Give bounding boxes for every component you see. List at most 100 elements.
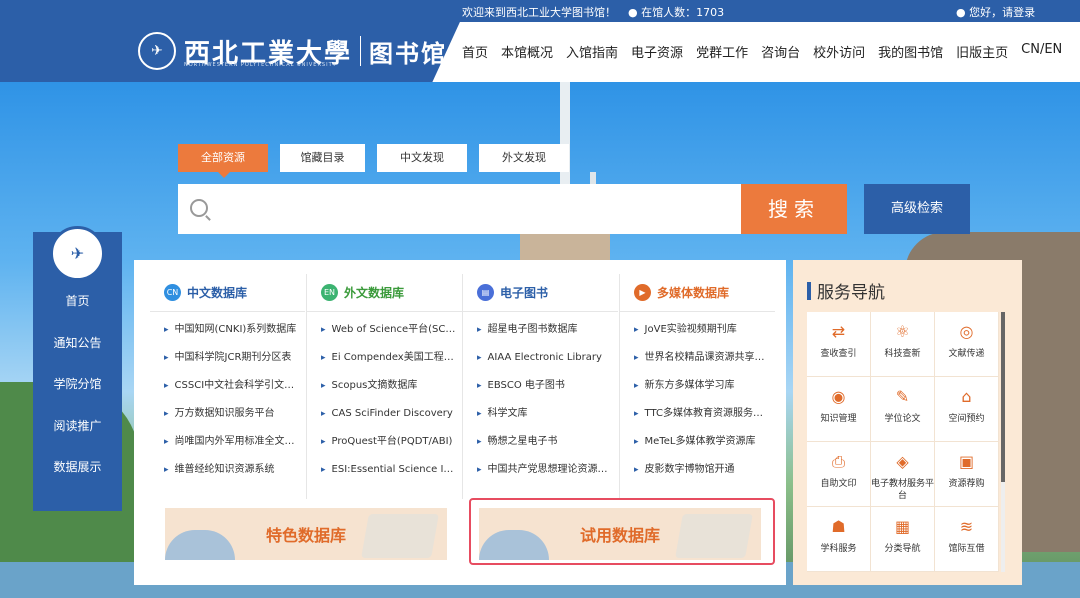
service-category-nav[interactable]: ▦ 分类导航: [871, 507, 935, 572]
service-label: 分类导航: [884, 544, 921, 554]
image-icon: ▣: [958, 452, 975, 471]
exchange-icon: ⇄: [831, 322, 846, 341]
list-item[interactable]: Ei Compendex美国工程索引: [321, 344, 456, 372]
service-subject[interactable]: ☗ 学科服务: [807, 507, 871, 572]
list-item[interactable]: 科学文库: [477, 400, 612, 428]
service-space-booking[interactable]: ⌂ 空间预约: [935, 377, 999, 442]
list-item[interactable]: CSSCI中文社会科学引文索引: [164, 372, 299, 400]
sidebar-item-branches[interactable]: 学院分馆: [33, 375, 122, 392]
list-item[interactable]: ProQuest平台(PQDT/ABI): [321, 428, 456, 456]
service-scrollbar[interactable]: [1001, 312, 1005, 572]
service-check-citation[interactable]: ⇄ 查收查引: [807, 312, 871, 377]
service-label: 自助文印: [820, 479, 857, 489]
column-header[interactable]: ▤ 电子图书: [463, 274, 618, 312]
tab-chinese-discovery[interactable]: 中文发现: [377, 144, 467, 172]
column-title: 外文数据库: [344, 286, 405, 300]
service-label: 科技查新: [884, 349, 921, 359]
list-item[interactable]: AIAA Electronic Library: [477, 344, 612, 372]
column-header[interactable]: CN 中文数据库: [150, 274, 305, 312]
book-icon: ▤: [477, 284, 494, 301]
service-panel: 服务导航 ⇄ 查收查引 ⚛ 科技查新 ◎ 文献传递 ◉ 知识管理 ✎ 学位论文 ⌂ 空间预约…: [793, 260, 1022, 585]
search-box: [178, 184, 741, 234]
nav-about[interactable]: 本馆概况: [501, 42, 553, 61]
list-item[interactable]: ESI:Essential Science Indicators: [321, 456, 456, 484]
sidebar-item-reading[interactable]: 阅读推广: [33, 417, 122, 434]
list-item[interactable]: MeTeL多媒体教学资源库: [634, 428, 769, 456]
foreign-database-column: EN 外文数据库 Web of Science平台(SCIE等) Ei Comp…: [307, 274, 462, 504]
nav-home[interactable]: 首页: [462, 42, 488, 61]
tab-catalog[interactable]: 馆藏目录: [280, 144, 365, 172]
grid-icon: ▦: [894, 517, 911, 536]
list-item[interactable]: Web of Science平台(SCIE等): [321, 316, 456, 344]
tab-all-resources[interactable]: 全部资源: [178, 144, 268, 178]
login-label: 您好，请登录: [969, 6, 1036, 19]
sidebar-item-notices[interactable]: 通知公告: [33, 334, 122, 351]
list-item[interactable]: 皮影数字博物馆开通: [634, 456, 769, 484]
service-label: 知识管理: [820, 414, 857, 424]
user-icon: ●: [956, 6, 966, 19]
ebook-column: ▤ 电子图书 超星电子图书数据库 AIAA Electronic Library…: [463, 274, 618, 504]
scrollbar-thumb[interactable]: [1001, 312, 1005, 482]
service-title: 服务导航: [817, 283, 885, 303]
column-header[interactable]: EN 外文数据库: [307, 274, 462, 312]
logo-divider: [360, 36, 362, 66]
en-badge-icon: EN: [321, 284, 338, 301]
nav-party[interactable]: 党群工作: [696, 42, 748, 61]
nav-guide[interactable]: 入馆指南: [566, 42, 618, 61]
service-self-print[interactable]: ⎙ 自助文印: [807, 442, 871, 507]
database-list: 超星电子图书数据库 AIAA Electronic Library EBSCO …: [463, 312, 618, 484]
service-thesis[interactable]: ✎ 学位论文: [871, 377, 935, 442]
service-interlibrary-loan[interactable]: ≋ 馆际互借: [935, 507, 999, 572]
service-label: 馆际互借: [948, 544, 985, 554]
nav-my-library[interactable]: 我的图书馆: [878, 42, 943, 61]
list-item[interactable]: Scopus文摘数据库: [321, 372, 456, 400]
atom-icon: ⚛: [895, 322, 910, 341]
cn-badge-icon: CN: [164, 284, 181, 301]
list-item[interactable]: 尚唯国内外军用标准全文数据库: [164, 428, 299, 456]
service-novelty-search[interactable]: ⚛ 科技查新: [871, 312, 935, 377]
list-item[interactable]: 中国科学院JCR期刊分区表: [164, 344, 299, 372]
knowledge-icon: ◉: [831, 387, 846, 406]
list-item[interactable]: 超星电子图书数据库: [477, 316, 612, 344]
advanced-search-button[interactable]: 高级检索: [864, 184, 970, 234]
service-document-delivery[interactable]: ◎ 文献传递: [935, 312, 999, 377]
service-label: 学位论文: [884, 414, 921, 424]
list-item[interactable]: TTC多媒体教育资源服务平台: [634, 400, 769, 428]
header-marker: [807, 281, 811, 300]
welcome-text: 欢迎来到西北工业大学图书馆！: [462, 6, 616, 19]
service-purchase-recommend[interactable]: ▣ 资源荐购: [935, 442, 999, 507]
university-emblem-icon: ✈: [138, 32, 176, 70]
column-header[interactable]: ▶ 多媒体数据库: [620, 274, 775, 312]
nav-language[interactable]: CN/EN: [1021, 42, 1062, 61]
nav-help-desk[interactable]: 咨询台: [761, 42, 800, 61]
search-button[interactable]: 搜索: [741, 184, 847, 234]
database-list: Web of Science平台(SCIE等) Ei Compendex美国工程…: [307, 312, 462, 484]
multimedia-column: ▶ 多媒体数据库 JoVE实验视频期刊库 世界名校精品课资源共享平台 新东方多媒…: [620, 274, 775, 504]
service-label: 空间预约: [948, 414, 985, 424]
sidebar-item-home[interactable]: 首页: [33, 292, 122, 309]
service-e-textbook[interactable]: ◈ 电子教材服务平台: [871, 442, 935, 507]
list-item[interactable]: 新东方多媒体学习库: [634, 372, 769, 400]
nav-off-campus[interactable]: 校外访问: [813, 42, 865, 61]
list-item[interactable]: JoVE实验视频期刊库: [634, 316, 769, 344]
list-item[interactable]: 维普经纶知识资源系统: [164, 456, 299, 484]
column-title: 电子图书: [500, 286, 549, 300]
list-item[interactable]: 中国共产党思想理论资源数据库: [477, 456, 612, 484]
sidebar-item-data[interactable]: 数据展示: [33, 458, 122, 475]
search-input[interactable]: [218, 194, 718, 224]
list-item[interactable]: 中国知网(CNKI)系列数据库: [164, 316, 299, 344]
nav-e-resources[interactable]: 电子资源: [631, 42, 683, 61]
list-item[interactable]: EBSCO 电子图书: [477, 372, 612, 400]
tab-foreign-discovery[interactable]: 外文发现: [479, 144, 569, 172]
main-nav: 首页 本馆概况 入馆指南 电子资源 党群工作 咨询台 校外访问 我的图书馆 旧版…: [462, 42, 1075, 61]
featured-database-banner[interactable]: 特色数据库: [165, 508, 447, 560]
nav-old-home[interactable]: 旧版主页: [956, 42, 1008, 61]
service-knowledge-management[interactable]: ◉ 知识管理: [807, 377, 871, 442]
books-icon: ≋: [959, 517, 974, 536]
list-item[interactable]: 万方数据知识服务平台: [164, 400, 299, 428]
list-item[interactable]: CAS SciFinder Discovery: [321, 400, 456, 428]
login-link[interactable]: ● 您好，请登录: [956, 4, 1035, 20]
university-emblem-icon: ✈: [50, 226, 105, 281]
list-item[interactable]: 畅想之星电子书: [477, 428, 612, 456]
list-item[interactable]: 世界名校精品课资源共享平台: [634, 344, 769, 372]
